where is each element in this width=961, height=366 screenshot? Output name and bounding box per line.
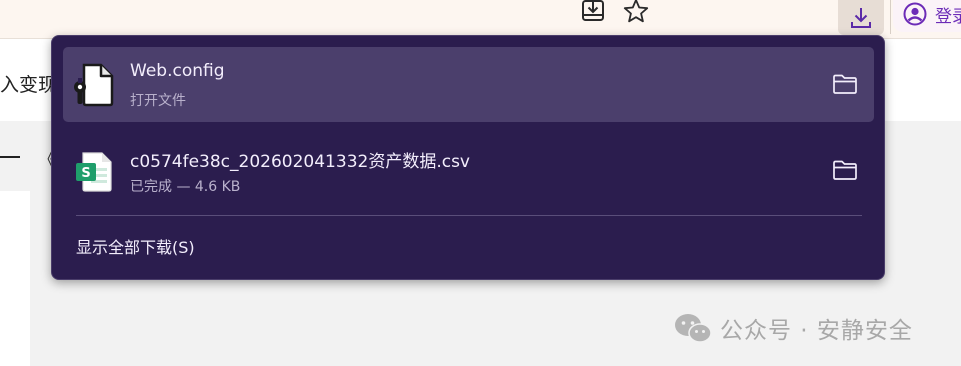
downloads-panel: Web.config 打开文件 S c0574fe38c_20260204133… xyxy=(51,35,885,280)
signin-label: 登录 xyxy=(935,6,961,26)
download-status: 打开文件 xyxy=(130,93,186,109)
account-circle-icon xyxy=(903,2,927,26)
csv-spreadsheet-icon: S xyxy=(76,152,112,192)
wechat-icon xyxy=(675,314,712,343)
folder-icon[interactable] xyxy=(832,73,858,95)
watermark-text: 公众号 · 安静安全 xyxy=(720,318,913,344)
download-filename: Web.config xyxy=(130,61,225,81)
star-icon xyxy=(623,0,649,23)
show-all-downloads-link[interactable]: 显示全部下载(S) xyxy=(76,234,195,258)
browser-viewport: 入变现 《 公众号 · 安静安全 登录 Web.config 打开文件 S c0… xyxy=(0,0,961,366)
watermark: 公众号 · 安静安全 xyxy=(674,311,913,345)
page-dash-line xyxy=(0,156,20,158)
panel-divider xyxy=(76,215,862,216)
browser-toolbar: 登录 xyxy=(0,0,961,39)
install-app-button[interactable] xyxy=(576,0,610,26)
bookmark-button[interactable] xyxy=(619,0,653,26)
install-app-icon xyxy=(582,0,604,21)
svg-text:S: S xyxy=(81,166,90,181)
signin-button[interactable]: 登录 xyxy=(893,0,961,32)
toolbar-separator xyxy=(890,0,891,34)
download-item-web-config[interactable]: Web.config 打开文件 xyxy=(63,47,874,122)
folder-icon[interactable] xyxy=(832,159,858,181)
download-filename: c0574fe38c_202602041332资产数据.csv xyxy=(130,152,470,172)
downloads-button[interactable] xyxy=(838,0,884,35)
download-icon xyxy=(851,7,871,28)
page-partial-text: 入变现 xyxy=(0,74,58,96)
download-status: 已完成 — 4.6 KB xyxy=(130,179,241,195)
config-file-icon xyxy=(74,63,114,107)
page-left-panel xyxy=(0,191,30,366)
download-item-csv[interactable]: S c0574fe38c_202602041332资产数据.csv 已完成 — … xyxy=(63,133,874,208)
